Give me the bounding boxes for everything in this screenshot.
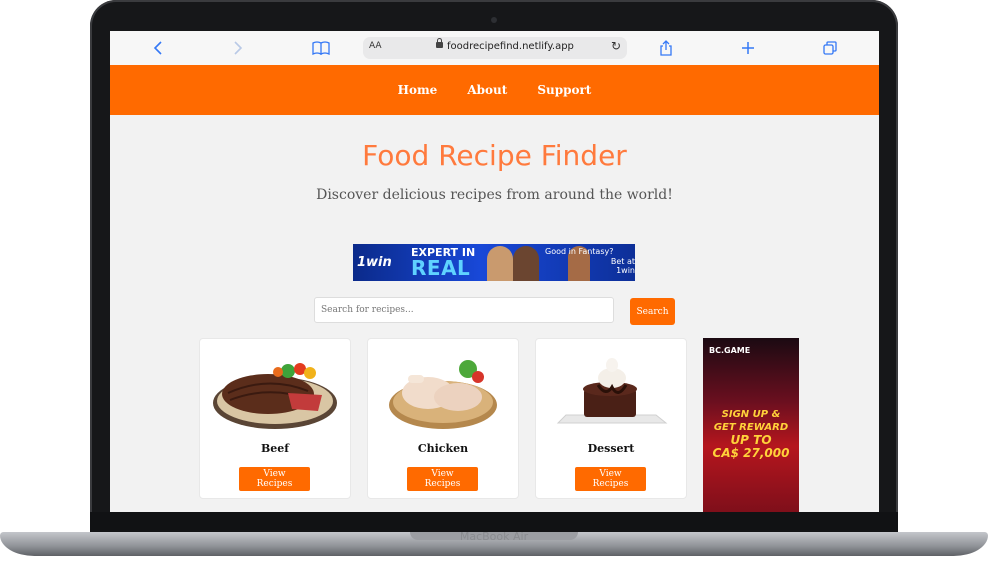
category-name: Beef bbox=[260, 442, 290, 455]
category-name: Chicken bbox=[417, 442, 469, 455]
reload-icon[interactable]: ↻ bbox=[611, 39, 621, 53]
back-icon[interactable] bbox=[150, 38, 166, 58]
chicken-image bbox=[389, 360, 497, 429]
search-input[interactable] bbox=[314, 297, 614, 323]
lock-icon bbox=[436, 38, 443, 48]
beef-image bbox=[213, 363, 337, 429]
device-label: MacBook Air bbox=[459, 530, 529, 543]
screen: AA foodrecipefind.netlify.app ↻ Home Abo… bbox=[110, 31, 879, 512]
ad-banner-side2: Bet at 1win bbox=[610, 257, 635, 275]
ad-side[interactable]: BC.GAME SIGN UP & GET REWARD UP TO CA$ 2… bbox=[703, 338, 799, 512]
view-recipes-button[interactable]: View Recipes bbox=[407, 467, 478, 491]
ad-banner-headline2: REAL bbox=[411, 256, 471, 280]
nav-support[interactable]: Support bbox=[537, 83, 591, 97]
ad-banner[interactable]: 1win EXPERT IN REAL Good in Fantasy? Bet… bbox=[353, 244, 635, 281]
ad-player-image bbox=[487, 246, 513, 281]
page-subtitle: Discover delicious recipes from around t… bbox=[316, 187, 673, 203]
search-button[interactable]: Search bbox=[630, 298, 675, 325]
forward-icon[interactable] bbox=[230, 38, 246, 58]
share-icon[interactable] bbox=[658, 38, 674, 58]
browser-toolbar: AA foodrecipefind.netlify.app ↻ bbox=[110, 31, 879, 66]
page-title: Food Recipe Finder bbox=[362, 139, 627, 172]
ad-side-line1: SIGN UP & GET REWARD bbox=[713, 409, 789, 433]
ad-banner-side1: Good in Fantasy? bbox=[545, 247, 614, 256]
category-card-beef: Beef View Recipes bbox=[199, 338, 351, 499]
ad-side-logo: BC.GAME bbox=[709, 346, 751, 355]
category-name: Dessert bbox=[587, 442, 635, 455]
reader-aa-button[interactable]: AA bbox=[369, 41, 382, 51]
category-card-dessert: Dessert View Recipes bbox=[535, 338, 687, 499]
view-recipes-button[interactable]: View Recipes bbox=[239, 467, 310, 491]
site-header: Home About Support bbox=[110, 65, 879, 115]
url-text: foodrecipefind.netlify.app bbox=[447, 41, 574, 52]
ad-side-line3: UP TO CA$ 27,000 bbox=[712, 433, 790, 460]
view-recipes-button[interactable]: View Recipes bbox=[575, 467, 646, 491]
address-bar[interactable]: AA foodrecipefind.netlify.app ↻ bbox=[363, 37, 627, 59]
nav-about[interactable]: About bbox=[467, 83, 507, 97]
category-card-chicken: Chicken View Recipes bbox=[367, 338, 519, 499]
new-tab-icon[interactable] bbox=[740, 38, 756, 58]
ad-player-image bbox=[513, 246, 539, 281]
dessert-image bbox=[556, 358, 668, 424]
nav-home[interactable]: Home bbox=[398, 83, 438, 97]
ad-banner-brand: 1win bbox=[357, 255, 392, 270]
book-icon[interactable] bbox=[311, 38, 331, 58]
camera-icon bbox=[491, 17, 497, 23]
tabs-icon[interactable] bbox=[822, 38, 838, 58]
